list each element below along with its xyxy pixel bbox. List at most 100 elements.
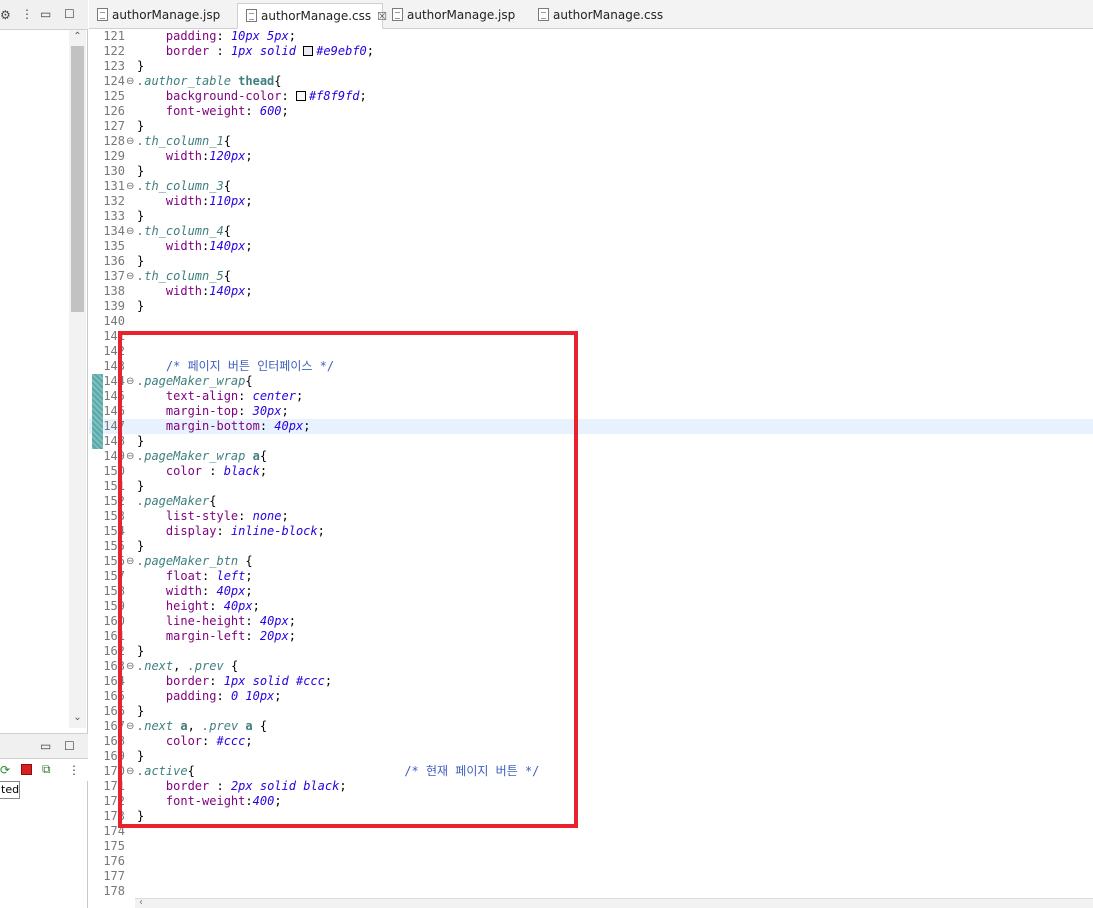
code-line[interactable]: 127}: [89, 119, 1093, 134]
code-line[interactable]: 152 .pageMaker{: [89, 494, 1093, 509]
code-line[interactable]: 139}: [89, 299, 1093, 314]
tab-authormanage-jsp-1[interactable]: authorManage.jsp: [89, 3, 237, 29]
minimize-icon[interactable]: ▭: [40, 7, 51, 21]
code-line[interactable]: 137 ⊖ .th_column_5{: [89, 269, 1093, 284]
token-punct: :: [238, 509, 253, 523]
code-line[interactable]: 159 height: 40px;: [89, 599, 1093, 614]
code-line[interactable]: 123}: [89, 59, 1093, 74]
code-line[interactable]: 168 color: #ccc;: [89, 734, 1093, 749]
fold-toggle-icon[interactable]: ⊖: [126, 449, 134, 464]
code-line[interactable]: 153 list-style: none;: [89, 509, 1093, 524]
refresh-icon[interactable]: ⟳: [0, 763, 10, 777]
token-punct: [137, 779, 166, 793]
code-line[interactable]: 148}: [89, 434, 1093, 449]
tab-authormanage-jsp-2[interactable]: authorManage.jsp: [384, 3, 530, 29]
code-line[interactable]: 129 width:120px;: [89, 149, 1093, 164]
code-line[interactable]: 124 ⊖ .author_table thead{: [89, 74, 1093, 89]
code-line[interactable]: 165 padding: 0 10px;: [89, 689, 1093, 704]
code-line[interactable]: 166}: [89, 704, 1093, 719]
code-line[interactable]: 177: [89, 869, 1093, 884]
code-text: background-color: #f8f9fd;: [137, 89, 367, 104]
code-line[interactable]: 178: [89, 884, 1093, 899]
code-line[interactable]: 149 ⊖ .pageMaker_wrap a{: [89, 449, 1093, 464]
maximize-icon[interactable]: ☐: [64, 7, 75, 21]
horizontal-scrollbar[interactable]: [135, 898, 1093, 908]
code-line[interactable]: 169}: [89, 749, 1093, 764]
stop-icon[interactable]: [21, 764, 32, 775]
code-line[interactable]: 161 margin-left: 20px;: [89, 629, 1093, 644]
line-number: 159: [103, 599, 125, 613]
fold-toggle-icon[interactable]: ⊖: [126, 74, 134, 89]
fold-toggle-icon[interactable]: ⊖: [126, 374, 134, 389]
sync-icon[interactable]: ⚙: [0, 8, 11, 22]
token-sel: .prev: [187, 659, 231, 673]
code-line[interactable]: 164 border: 1px solid #ccc;: [89, 674, 1093, 689]
code-line[interactable]: 126 font-weight: 600;: [89, 104, 1093, 119]
fold-toggle-icon[interactable]: ⊖: [126, 554, 134, 569]
code-line[interactable]: 158 width: 40px;: [89, 584, 1093, 599]
code-line[interactable]: 154 display: inline-block;: [89, 524, 1093, 539]
minimize-icon[interactable]: ▭: [40, 739, 51, 753]
code-line[interactable]: 140: [89, 314, 1093, 329]
scroll-left-icon[interactable]: ‹: [139, 897, 143, 908]
code-line[interactable]: 156 ⊖ .pageMaker_btn {: [89, 554, 1093, 569]
code-line[interactable]: 138 width:140px;: [89, 284, 1093, 299]
code-line[interactable]: 143 /* 페이지 버튼 인터페이스 */: [89, 359, 1093, 374]
code-line[interactable]: 150 color : black;: [89, 464, 1093, 479]
fold-toggle-icon[interactable]: ⊖: [126, 659, 134, 674]
code-line[interactable]: 144 ⊖ .pageMaker_wrap{: [89, 374, 1093, 389]
code-line[interactable]: 175: [89, 839, 1093, 854]
code-line[interactable]: 145 text-align: center;: [89, 389, 1093, 404]
code-line[interactable]: 171 border : 2px solid black;: [89, 779, 1093, 794]
code-text: }: [137, 299, 144, 314]
code-line[interactable]: 157 float: left;: [89, 569, 1093, 584]
code-line[interactable]: 133}: [89, 209, 1093, 224]
code-line[interactable]: 125 background-color: #f8f9fd;: [89, 89, 1093, 104]
code-line[interactable]: 147 margin-bottom: 40px;: [89, 419, 1093, 434]
code-line[interactable]: 134 ⊖ .th_column_4{: [89, 224, 1093, 239]
code-line[interactable]: 167 ⊖ .next a, .prev a {: [89, 719, 1093, 734]
code-line[interactable]: 135 width:140px;: [89, 239, 1093, 254]
code-line[interactable]: 162}: [89, 644, 1093, 659]
fold-toggle-icon[interactable]: ⊖: [126, 719, 134, 734]
code-line[interactable]: 131 ⊖ .th_column_3{: [89, 179, 1093, 194]
token-punct: :: [281, 89, 296, 103]
code-text: display: inline-block;: [137, 524, 325, 539]
code-line[interactable]: 172 font-weight:400;: [89, 794, 1093, 809]
fold-toggle-icon[interactable]: ⊖: [126, 269, 134, 284]
code-line[interactable]: 136}: [89, 254, 1093, 269]
left-panel-scroll-thumb[interactable]: [71, 46, 84, 312]
code-line[interactable]: 132 width:110px;: [89, 194, 1093, 209]
code-line[interactable]: 174: [89, 824, 1093, 839]
code-line[interactable]: 176: [89, 854, 1093, 869]
tab-authormanage-css-1[interactable]: authorManage.css ☒: [237, 3, 387, 29]
fold-toggle-icon[interactable]: ⊖: [126, 764, 134, 779]
code-line[interactable]: 155}: [89, 539, 1093, 554]
scroll-down-icon[interactable]: ⌄: [69, 712, 86, 723]
code-line[interactable]: 151}: [89, 479, 1093, 494]
code-line[interactable]: 160 line-height: 40px;: [89, 614, 1093, 629]
view-menu-icon[interactable]: ⋮: [68, 763, 80, 777]
fold-toggle-icon[interactable]: ⊖: [126, 224, 134, 239]
code-line[interactable]: 141: [89, 329, 1093, 344]
token-punct: [137, 29, 166, 43]
maximize-icon[interactable]: ☐: [64, 739, 75, 753]
code-line[interactable]: 130}: [89, 164, 1093, 179]
fold-toggle-icon[interactable]: ⊖: [126, 134, 134, 149]
code-line[interactable]: 122 border : 1px solid #e9ebf0;: [89, 44, 1093, 59]
console-panel-toolbar: ⟳ ⧉ ⋮: [0, 759, 88, 781]
code-line[interactable]: 128 ⊖ .th_column_1{: [89, 134, 1093, 149]
view-menu-icon[interactable]: ⋮: [21, 7, 33, 21]
scroll-up-icon[interactable]: ⌃: [69, 31, 86, 42]
code-line[interactable]: 170 ⊖ .active{ /* 현재 페이지 버튼 */: [89, 764, 1093, 779]
line-number: 125: [103, 89, 125, 103]
code-line[interactable]: 163 ⊖ .next, .prev {: [89, 659, 1093, 674]
copy-icon[interactable]: ⧉: [42, 762, 51, 776]
code-editor[interactable]: 121 padding: 10px 5px; 122 border : 1px s…: [89, 29, 1093, 899]
code-line[interactable]: 142: [89, 344, 1093, 359]
code-line[interactable]: 121 padding: 10px 5px;: [89, 29, 1093, 44]
code-line[interactable]: 173}: [89, 809, 1093, 824]
fold-toggle-icon[interactable]: ⊖: [126, 179, 134, 194]
tab-authormanage-css-2[interactable]: authorManage.css: [530, 3, 676, 29]
code-line[interactable]: 146 margin-top: 30px;: [89, 404, 1093, 419]
